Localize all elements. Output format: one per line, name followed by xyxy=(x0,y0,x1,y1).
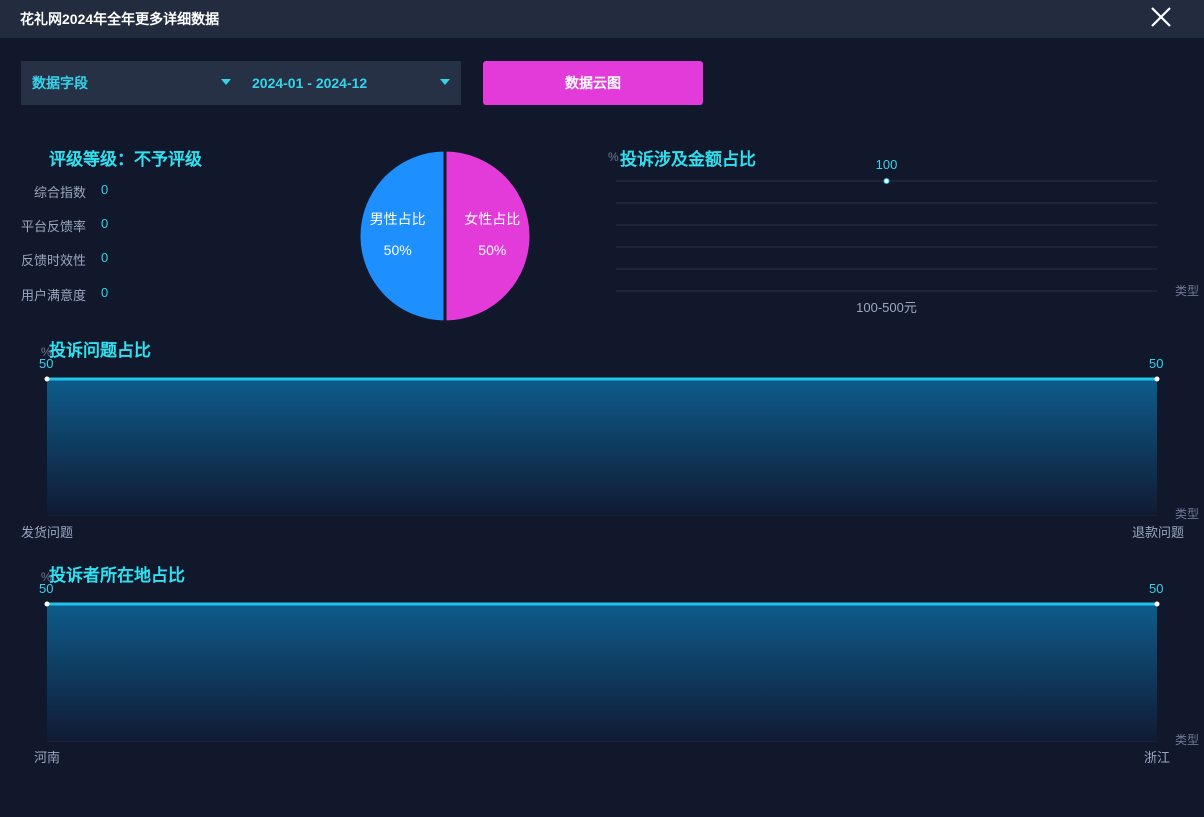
data-label: 50 xyxy=(1149,356,1164,371)
pie-slice xyxy=(443,148,533,324)
metric-label: 反馈时效性 xyxy=(20,253,86,268)
amount-x-axis-label: 类型 xyxy=(1175,284,1200,298)
date-range-label: 2024-01 - 2024-12 xyxy=(252,75,368,91)
watermark-brand: 电数宝 xyxy=(600,381,685,412)
data-point xyxy=(883,178,890,184)
watermark-logo: EDT 电数宝 电商大数据库 xyxy=(512,365,702,435)
pie-slice-label: 女性占比 xyxy=(464,211,520,227)
metric-value: 0 xyxy=(101,182,109,197)
window-title: 花礼网2024年全年更多详细数据 xyxy=(20,11,220,27)
x-tick-label: 100-500元 xyxy=(856,300,917,315)
rating-title: 评级等级：不予评级 xyxy=(49,150,202,169)
issue-chart-title: 投诉问题占比 xyxy=(49,341,151,360)
data-point xyxy=(1154,376,1160,382)
x-tick-label: 发货问题 xyxy=(21,525,74,540)
x-tick-label: 河南 xyxy=(34,750,61,765)
amount-chart-title: 投诉涉及金额占比 xyxy=(620,150,756,169)
close-icon[interactable] xyxy=(1148,4,1174,30)
data-label: 50 xyxy=(39,581,54,596)
data-label: 50 xyxy=(39,356,54,371)
location-chart-title: 投诉者所在地占比 xyxy=(49,566,185,585)
metric-value: 0 xyxy=(101,216,109,231)
x-tick-label: 浙江 xyxy=(1143,750,1170,765)
watermark-subtitle: 电商大数据库 xyxy=(601,417,679,429)
issue-x-axis-label: 类型 xyxy=(1175,507,1200,521)
area-fill xyxy=(47,604,1157,741)
watermark-logo-text: EDT xyxy=(522,387,578,418)
metric-label: 平台反馈率 xyxy=(20,219,86,234)
filter-bar: 数据字段 2024-01 - 2024-12 xyxy=(21,61,461,105)
metric-value: 0 xyxy=(101,285,109,300)
metric-value: 0 xyxy=(101,250,109,265)
location-x-axis-label: 类型 xyxy=(1175,733,1200,747)
data-cloud-button[interactable]: 数据云图 xyxy=(483,61,703,105)
chevron-down-icon xyxy=(440,79,450,85)
data-point xyxy=(44,601,50,607)
chevron-down-icon xyxy=(221,79,231,85)
x-tick-label: 退款问题 xyxy=(1131,525,1184,540)
data-label: 100 xyxy=(875,157,898,172)
amount-y-unit: % xyxy=(608,150,619,164)
data-label: 50 xyxy=(1149,581,1164,596)
pie-slice-label: 男性占比 xyxy=(370,211,426,227)
metric-label: 综合指数 xyxy=(33,185,86,200)
data-point xyxy=(44,376,50,382)
pie-slice-value: 50% xyxy=(384,242,412,258)
data-point xyxy=(1154,601,1160,607)
pie-slice-value: 50% xyxy=(478,242,506,258)
title-bar: 花礼网2024年全年更多详细数据 xyxy=(0,0,1204,38)
data-field-select[interactable]: 数据字段 xyxy=(32,61,232,105)
pie-slice xyxy=(357,148,447,324)
data-field-select-label: 数据字段 xyxy=(32,75,88,91)
date-range-select[interactable]: 2024-01 - 2024-12 xyxy=(252,61,452,105)
metric-label: 用户满意度 xyxy=(20,288,86,303)
